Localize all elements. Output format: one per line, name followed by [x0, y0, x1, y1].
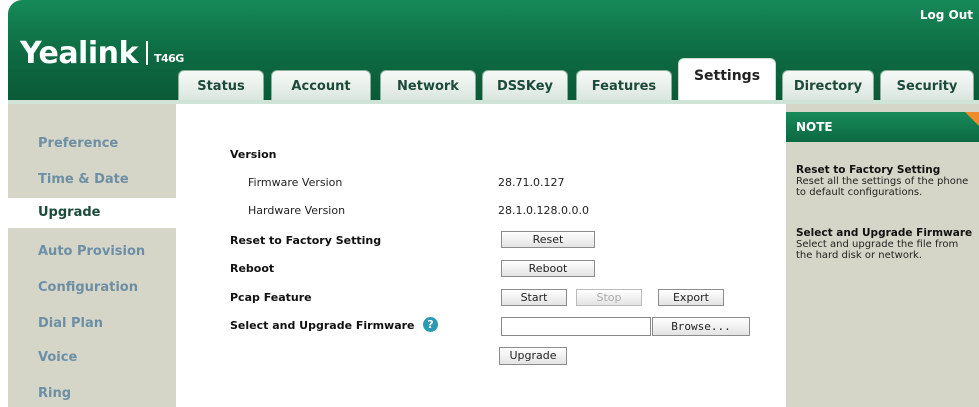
pcap-export-button[interactable]: Export [658, 289, 724, 306]
firmware-version-label: Firmware Version [248, 176, 343, 189]
reboot-button[interactable]: Reboot [501, 260, 595, 277]
firmware-version-value: 28.71.0.127 [498, 176, 565, 189]
header-bar: Yealink T46G Log Out Status Account Netwo… [8, 0, 979, 100]
logout-link[interactable]: Log Out [920, 8, 973, 22]
note-corner-marker [965, 112, 979, 126]
firmware-file-input[interactable] [501, 317, 651, 336]
tab-dsskey[interactable]: DSSKey [482, 70, 568, 100]
reboot-label: Reboot [230, 262, 275, 275]
note-item-text: Reset all the settings of the phone to d… [796, 176, 969, 198]
note-item-text: Select and upgrade the file from the har… [796, 239, 959, 261]
sidebar-item-auto-provision[interactable]: Auto Provision [38, 244, 145, 259]
sidebar-item-time-date[interactable]: Time & Date [38, 172, 129, 187]
upgrade-firmware-label: Select and Upgrade Firmware [230, 319, 415, 332]
version-heading: Version [230, 148, 277, 161]
sidebar-item-configuration[interactable]: Configuration [38, 280, 138, 295]
upgrade-button[interactable]: Upgrade [499, 347, 567, 365]
sidebar-item-upgrade[interactable]: Upgrade [8, 198, 176, 228]
browse-button[interactable]: Browse... [652, 317, 750, 336]
sidebar-item-voice[interactable]: Voice [38, 350, 77, 365]
tab-security[interactable]: Security [880, 70, 974, 100]
sidebar: Preference Time & Date Upgrade Auto Prov… [8, 104, 176, 407]
note-item-title: Reset to Factory Setting [796, 164, 941, 176]
sidebar-item-dial-plan[interactable]: Dial Plan [38, 316, 103, 331]
hardware-version-value: 28.1.0.128.0.0.0 [498, 204, 589, 217]
reset-button[interactable]: Reset [501, 231, 595, 248]
main-content: Version Firmware Version 28.71.0.127 Har… [176, 104, 786, 407]
note-heading: NOTE [786, 112, 979, 142]
tab-directory[interactable]: Directory [782, 70, 874, 100]
note-heading-text: NOTE [796, 120, 833, 134]
hardware-version-label: Hardware Version [248, 204, 346, 217]
tab-settings[interactable]: Settings [678, 58, 776, 100]
tab-account[interactable]: Account [271, 70, 371, 100]
note-panel: NOTE Reset to Factory Setting Reset all … [786, 104, 979, 407]
reset-factory-label: Reset to Factory Setting [230, 234, 382, 247]
tab-network[interactable]: Network [380, 70, 476, 100]
help-icon[interactable]: ? [423, 317, 438, 332]
web-ui-frame: Yealink T46G Log Out Status Account Netwo… [8, 0, 979, 407]
pcap-feature-label: Pcap Feature [230, 291, 312, 304]
sidebar-item-ring[interactable]: Ring [38, 386, 71, 401]
brand-name: Yealink [20, 36, 138, 71]
tab-features[interactable]: Features [576, 70, 672, 100]
sidebar-item-preference[interactable]: Preference [38, 136, 118, 151]
logo-separator [145, 41, 148, 65]
note-item-title: Select and Upgrade Firmware [796, 227, 973, 239]
pcap-start-button[interactable]: Start [501, 289, 567, 306]
brand-logo: Yealink T46G [20, 36, 184, 71]
tab-status[interactable]: Status [178, 70, 264, 100]
pcap-stop-button[interactable]: Stop [576, 289, 642, 306]
model-name: T46G [153, 52, 184, 65]
